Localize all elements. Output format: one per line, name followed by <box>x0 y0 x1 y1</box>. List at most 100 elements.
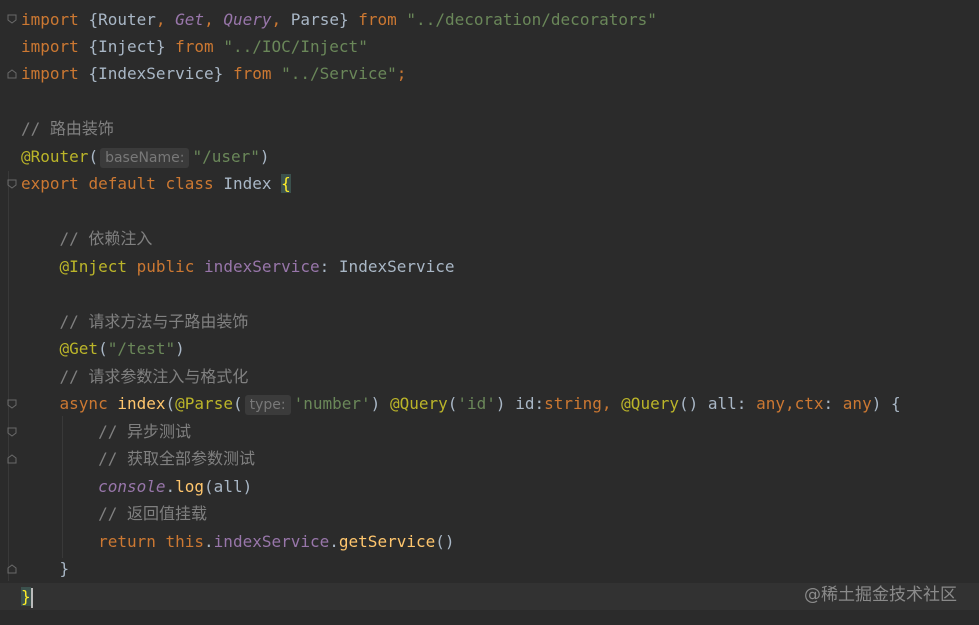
type-name: IndexService <box>338 257 455 276</box>
identifier: Get <box>175 10 205 29</box>
punctuation: { <box>890 394 901 413</box>
punctuation: } <box>155 37 166 56</box>
comment: // 异步测试 <box>98 422 191 441</box>
code-line[interactable]: import {Inject} from "../IOC/Inject" <box>21 33 368 60</box>
string-literal: "../IOC/Inject" <box>223 37 368 56</box>
arguments: () <box>435 532 455 551</box>
comment: // 请求参数注入与格式化 <box>59 367 249 386</box>
fold-icon[interactable] <box>7 69 17 79</box>
fold-icon[interactable] <box>7 564 17 574</box>
watermark: @稀土掘金技术社区 <box>804 585 957 605</box>
identifier: Query <box>223 10 272 29</box>
keyword: import <box>21 10 79 29</box>
keyword: from <box>175 37 214 56</box>
identifier: IndexService <box>98 64 214 83</box>
parameter: id <box>515 394 535 413</box>
punctuation: () <box>678 394 699 413</box>
fold-icon[interactable] <box>7 14 17 24</box>
fold-icon[interactable] <box>7 427 17 437</box>
fold-icon[interactable] <box>7 399 17 409</box>
punctuation: { <box>88 10 99 29</box>
punctuation: : <box>823 394 834 413</box>
code-line[interactable]: // 请求方法与子路由装饰 <box>21 308 249 335</box>
code-editor[interactable]: import {Router, Get, Query, Parse} from … <box>0 0 979 625</box>
code-line[interactable]: // 请求参数注入与格式化 <box>21 363 249 390</box>
indent-guide <box>8 171 9 581</box>
punctuation: ( <box>98 339 108 358</box>
keyword: from <box>358 10 397 29</box>
code-line[interactable]: @Get("/test") <box>21 335 185 362</box>
code-line[interactable]: export default class Index { <box>21 170 291 197</box>
keyword: import <box>21 37 79 56</box>
fold-icon[interactable] <box>7 179 17 189</box>
punctuation: . <box>165 477 176 496</box>
punctuation: . <box>329 532 339 551</box>
identifier: Parse <box>290 10 339 29</box>
comment: // 依赖注入 <box>59 229 153 248</box>
punctuation: } <box>213 64 224 83</box>
string-literal: "/user" <box>192 147 260 166</box>
fold-icon[interactable] <box>7 454 17 464</box>
field: indexService <box>213 532 330 551</box>
punctuation: ( <box>232 394 243 413</box>
punctuation: ) <box>370 394 381 413</box>
punctuation: ( <box>447 394 458 413</box>
code-line[interactable]: import {IndexService} from "../Service"; <box>21 60 406 87</box>
matched-brace: { <box>281 174 291 193</box>
identifier: Inject <box>98 37 156 56</box>
decorator: @Router <box>21 147 89 166</box>
decorator: @Query <box>389 394 448 413</box>
parameter-hint: type: <box>244 395 291 415</box>
keyword: default <box>88 174 156 193</box>
comment: // 返回值挂载 <box>98 504 207 523</box>
punctuation: , <box>155 10 166 29</box>
code-line[interactable]: async index(@Parse(type:'number') @Query… <box>21 390 901 417</box>
punctuation: ) <box>495 394 506 413</box>
comment: // 请求方法与子路由装饰 <box>59 312 249 331</box>
keyword: export <box>21 174 79 193</box>
code-line[interactable]: // 异步测试 <box>21 418 191 445</box>
code-line[interactable]: // 获取全部参数测试 <box>21 445 255 472</box>
code-line[interactable]: // 依赖注入 <box>21 225 153 252</box>
code-line[interactable]: import {Router, Get, Query, Parse} from … <box>21 6 657 33</box>
keyword: import <box>21 64 79 83</box>
identifier: console <box>98 477 166 496</box>
code-line[interactable]: } <box>21 555 70 582</box>
arguments: (all) <box>204 477 253 496</box>
string-literal: 'number' <box>293 394 371 413</box>
code-line[interactable]: // 返回值挂载 <box>21 500 207 527</box>
punctuation: ) <box>259 147 270 166</box>
punctuation: ( <box>88 147 99 166</box>
code-line[interactable]: @Router(baseName: "/user") <box>21 143 270 170</box>
punctuation: , <box>784 394 795 413</box>
method-name: log <box>175 477 205 496</box>
parameter: all <box>707 394 737 413</box>
punctuation: , <box>204 10 214 29</box>
punctuation: , <box>271 10 282 29</box>
code-line[interactable]: @Inject public indexService: IndexServic… <box>21 253 455 280</box>
punctuation: : <box>534 394 545 413</box>
method-name: index <box>117 394 166 413</box>
parameter-hint: baseName: <box>100 148 190 168</box>
code-line[interactable]: console.log(all) <box>21 473 252 500</box>
type-keyword: any <box>756 394 785 413</box>
decorator: @Inject <box>59 257 127 276</box>
field: indexService <box>204 257 320 276</box>
decorator: @Get <box>59 339 99 358</box>
punctuation: : <box>319 257 330 276</box>
punctuation: ) <box>175 339 185 358</box>
method-name: getService <box>338 532 436 551</box>
punctuation: ) <box>871 394 882 413</box>
punctuation: . <box>204 532 214 551</box>
keyword: from <box>232 64 272 83</box>
keyword: public <box>136 257 195 276</box>
keyword: class <box>165 174 214 193</box>
string-literal: "/test" <box>107 339 176 358</box>
code-line[interactable]: // 路由装饰 <box>21 115 114 142</box>
punctuation: } <box>338 10 349 29</box>
class-name: Index <box>223 174 272 193</box>
comment: // 获取全部参数测试 <box>98 449 255 468</box>
code-line[interactable]: return this.indexService.getService() <box>21 528 455 555</box>
keyword: this <box>165 532 205 551</box>
comment: // 路由装饰 <box>21 119 114 138</box>
